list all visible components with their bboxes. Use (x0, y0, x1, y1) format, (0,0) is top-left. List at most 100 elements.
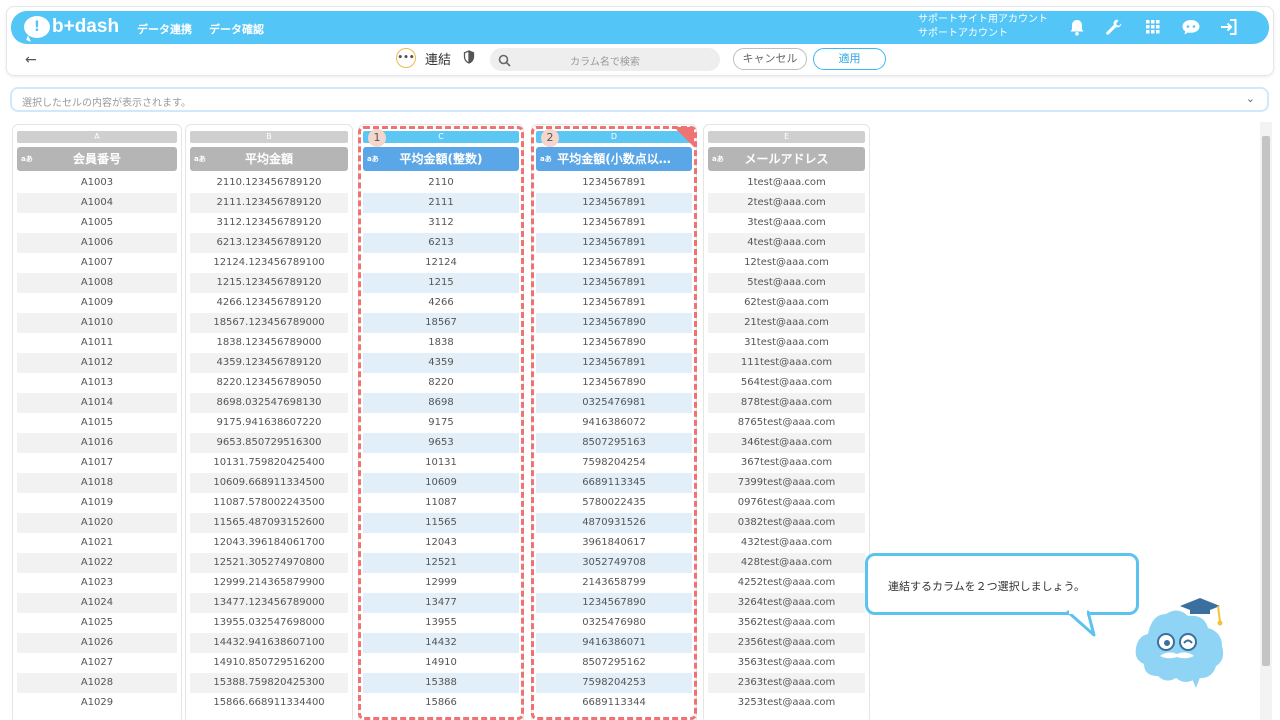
nav-data-link[interactable]: データ連携 (137, 21, 192, 37)
table-cell[interactable]: A1007 (17, 253, 177, 273)
table-cell[interactable]: 3961840617 (536, 533, 692, 553)
table-cell[interactable]: 1234567890 (536, 313, 692, 333)
table-cell[interactable]: 3052749708 (536, 553, 692, 573)
bell-icon[interactable] (1067, 17, 1087, 37)
table-cell[interactable]: 8220 (363, 373, 519, 393)
table-cell[interactable]: A1023 (17, 573, 177, 593)
table-cell[interactable]: 13955 (363, 613, 519, 633)
table-cell[interactable]: 11565.487093152600 (190, 513, 348, 533)
table-cell[interactable]: A1018 (17, 473, 177, 493)
table-cell[interactable]: 12043.396184061700 (190, 533, 348, 553)
table-cell[interactable]: 1234567891 (536, 173, 692, 193)
table-cell[interactable]: 9653.850729516300 (190, 433, 348, 453)
table-cell[interactable]: 2363test@aaa.com (708, 673, 865, 693)
table-cell[interactable]: 3253test@aaa.com (708, 693, 865, 713)
table-cell[interactable]: 367test@aaa.com (708, 453, 865, 473)
table-cell[interactable]: A1011 (17, 333, 177, 353)
table-cell[interactable]: 8698 (363, 393, 519, 413)
table-cell[interactable]: 4870931526 (536, 513, 692, 533)
table-cell[interactable]: 2test@aaa.com (708, 193, 865, 213)
table-cell[interactable]: 0976test@aaa.com (708, 493, 865, 513)
table-cell[interactable]: 1234567891 (536, 293, 692, 313)
table-cell[interactable]: 21test@aaa.com (708, 313, 865, 333)
table-cell[interactable]: 1234567891 (536, 253, 692, 273)
table-cell[interactable]: 14910.850729516200 (190, 653, 348, 673)
table-cell[interactable]: A1008 (17, 273, 177, 293)
column-header[interactable]: aあ 平均金額(小数点以… (536, 147, 692, 171)
table-cell[interactable]: A1004 (17, 193, 177, 213)
table-cell[interactable]: A1021 (17, 533, 177, 553)
cancel-button[interactable]: キャンセル (733, 48, 807, 70)
table-cell[interactable]: 1234567890 (536, 333, 692, 353)
column-a[interactable]: Aaあ 会員番号 A1003 A1004 A1005 A1006 A1007 A1008 A10… (12, 124, 182, 720)
table-cell[interactable]: 12999.214365879900 (190, 573, 348, 593)
table-cell[interactable]: 878test@aaa.com (708, 393, 865, 413)
table-cell[interactable]: 18567.123456789000 (190, 313, 348, 333)
table-cell[interactable]: 346test@aaa.com (708, 433, 865, 453)
table-cell[interactable]: 12124.123456789100 (190, 253, 348, 273)
table-cell[interactable]: 10131 (363, 453, 519, 473)
table-cell[interactable]: A1024 (17, 593, 177, 613)
table-cell[interactable]: A1028 (17, 673, 177, 693)
shield-icon[interactable] (463, 49, 475, 68)
table-cell[interactable]: 0325476981 (536, 393, 692, 413)
table-cell[interactable]: 3264test@aaa.com (708, 593, 865, 613)
table-cell[interactable]: 4252test@aaa.com (708, 573, 865, 593)
table-cell[interactable]: 1234567891 (536, 193, 692, 213)
table-cell[interactable]: 8507295162 (536, 653, 692, 673)
table-cell[interactable]: A1027 (17, 653, 177, 673)
column-letter[interactable]: E (708, 131, 865, 143)
table-cell[interactable]: 8765test@aaa.com (708, 413, 865, 433)
table-cell[interactable]: A1009 (17, 293, 177, 313)
brand-logo[interactable]: ! b+dash (24, 16, 119, 38)
table-cell[interactable]: 12521.305274970800 (190, 553, 348, 573)
table-cell[interactable]: 111test@aaa.com (708, 353, 865, 373)
column-letter[interactable]: D (536, 131, 692, 143)
table-cell[interactable]: 3test@aaa.com (708, 213, 865, 233)
join-more-icon[interactable]: ••• (396, 48, 416, 68)
logout-icon[interactable] (1219, 17, 1239, 37)
table-cell[interactable]: 11087.578002243500 (190, 493, 348, 513)
table-cell[interactable]: 6213 (363, 233, 519, 253)
table-cell[interactable]: 6689113345 (536, 473, 692, 493)
column-letter[interactable]: A (17, 131, 177, 143)
table-cell[interactable]: 62test@aaa.com (708, 293, 865, 313)
table-cell[interactable]: A1026 (17, 633, 177, 653)
table-cell[interactable]: 4266.123456789120 (190, 293, 348, 313)
table-cell[interactable]: 1838.123456789000 (190, 333, 348, 353)
table-cell[interactable]: 18567 (363, 313, 519, 333)
table-cell[interactable]: 3562test@aaa.com (708, 613, 865, 633)
table-cell[interactable]: 4359 (363, 353, 519, 373)
table-cell[interactable]: 8507295163 (536, 433, 692, 453)
table-cell[interactable]: 3563test@aaa.com (708, 653, 865, 673)
table-cell[interactable]: 3112 (363, 213, 519, 233)
apps-grid-icon[interactable] (1143, 17, 1163, 37)
table-cell[interactable]: 2110.123456789120 (190, 173, 348, 193)
table-cell[interactable]: 9175 (363, 413, 519, 433)
table-cell[interactable]: A1019 (17, 493, 177, 513)
table-cell[interactable]: 10131.759820425400 (190, 453, 348, 473)
table-cell[interactable]: 15388 (363, 673, 519, 693)
table-cell[interactable]: 7399test@aaa.com (708, 473, 865, 493)
table-cell[interactable]: 1234567891 (536, 213, 692, 233)
table-cell[interactable]: 11087 (363, 493, 519, 513)
column-letter[interactable]: C (363, 131, 519, 143)
nav-data-check[interactable]: データ確認 (209, 21, 264, 37)
table-cell[interactable]: A1005 (17, 213, 177, 233)
table-cell[interactable]: A1006 (17, 233, 177, 253)
table-cell[interactable]: A1016 (17, 433, 177, 453)
table-cell[interactable]: 2356test@aaa.com (708, 633, 865, 653)
table-cell[interactable]: A1010 (17, 313, 177, 333)
table-cell[interactable]: 7598204253 (536, 673, 692, 693)
table-cell[interactable]: 13477 (363, 593, 519, 613)
column-e[interactable]: Eaあ メールアドレス 1test@aaa.com 2test@aaa.com 3tes… (703, 124, 870, 720)
table-cell[interactable]: 1215 (363, 273, 519, 293)
table-cell[interactable]: 8220.123456789050 (190, 373, 348, 393)
table-cell[interactable]: 13477.123456789000 (190, 593, 348, 613)
column-b[interactable]: Baあ 平均金額 2110.123456789120 2111.12345678912… (185, 124, 353, 720)
table-cell[interactable]: 9416386071 (536, 633, 692, 653)
table-cell[interactable]: 1234567890 (536, 373, 692, 393)
table-cell[interactable]: 2143658799 (536, 573, 692, 593)
table-cell[interactable]: 432test@aaa.com (708, 533, 865, 553)
table-cell[interactable]: A1025 (17, 613, 177, 633)
